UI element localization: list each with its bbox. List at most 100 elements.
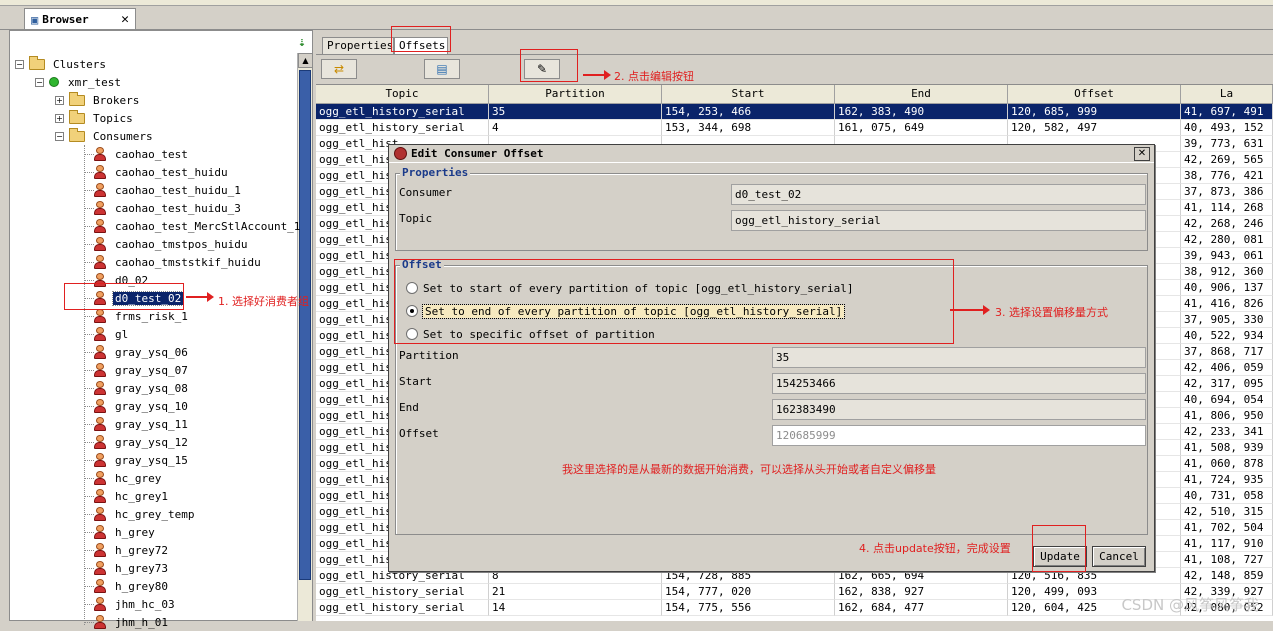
tree-label-consumer: caohao_test_huidu_3	[115, 201, 241, 215]
tree-guide-branch	[84, 460, 94, 461]
tree-node-consumer[interactable]: jhm_hc_03	[94, 595, 177, 613]
table-cell: 162, 383, 490	[835, 104, 1008, 120]
partition-field: 35	[772, 347, 1146, 368]
tree-label-consumer: gray_ysq_10	[115, 399, 188, 413]
tree-node-consumer[interactable]: gray_ysq_15	[94, 451, 190, 469]
scroll-thumb[interactable]	[299, 70, 311, 580]
table-cell: 42, 268, 246	[1181, 216, 1273, 232]
folder-icon	[69, 91, 85, 106]
column-header[interactable]: Offset	[1008, 85, 1181, 104]
export-button[interactable]: ▤	[424, 59, 460, 79]
tree-label-consumer: h_grey80	[115, 579, 168, 593]
tree-node-consumer[interactable]: caohao_test_huidu_3	[94, 199, 243, 217]
tree-node-consumer[interactable]: caohao_test_huidu	[94, 163, 230, 181]
tree-label-consumer: caohao_tmstpos_huidu	[115, 237, 248, 251]
table-cell: 35	[489, 104, 662, 120]
tree-guide-branch	[84, 280, 94, 281]
tree-label-consumers: Consumers	[93, 129, 153, 143]
refresh-offsets-button[interactable]: ⇄	[321, 59, 357, 79]
tree-node-consumer[interactable]: h_grey73	[94, 559, 170, 577]
window-top-strip	[0, 0, 1273, 6]
tree-guide-branch	[84, 316, 94, 317]
tree-node-consumer[interactable]: gray_ysq_08	[94, 379, 190, 397]
column-header[interactable]: Topic	[316, 85, 489, 104]
close-icon[interactable]: ✕	[121, 12, 129, 27]
properties-group-title: Properties	[400, 166, 471, 179]
table-cell: 37, 868, 717	[1181, 344, 1273, 360]
close-icon[interactable]: ✕	[1134, 147, 1150, 161]
expand-icon[interactable]: +	[55, 113, 64, 123]
tree-guide-branch	[84, 496, 94, 497]
expand-icon[interactable]: +	[55, 95, 64, 105]
tree-guide-branch	[84, 532, 94, 533]
tree-node-consumer[interactable]: caohao_tmststkif_huidu	[94, 253, 263, 271]
table-cell: 42, 269, 565	[1181, 152, 1273, 168]
tree-node-cluster[interactable]: − xmr_test	[35, 73, 123, 91]
tree-node-consumer[interactable]: gray_ysq_12	[94, 433, 190, 451]
offset-input[interactable]: 120685999	[772, 425, 1146, 446]
tree-node-consumer[interactable]: hc_grey_temp	[94, 505, 196, 523]
collapse-icon[interactable]: −	[55, 131, 64, 141]
table-cell: 39, 943, 061	[1181, 248, 1273, 264]
tree-guide-branch	[84, 388, 94, 389]
tree-node-consumer[interactable]: gray_ysq_10	[94, 397, 190, 415]
tree-node-consumer[interactable]: caohao_test_MercStlAccount_1	[94, 217, 302, 235]
consumer-icon	[94, 597, 106, 611]
browser-view-tab[interactable]: ▣ Browser ✕	[24, 8, 136, 30]
tree-label-topics: Topics	[93, 111, 133, 125]
table-cell: 37, 905, 330	[1181, 312, 1273, 328]
tree-node-consumer[interactable]: h_grey80	[94, 577, 170, 595]
tree-scrollbar[interactable]: ▲	[297, 53, 313, 621]
collapse-icon[interactable]: −	[15, 59, 24, 69]
table-cell: ogg_etl_history_serial	[316, 584, 489, 600]
collapse-icon[interactable]: −	[35, 77, 44, 87]
tree-node-consumer[interactable]: gray_ysq_07	[94, 361, 190, 379]
table-cell: 37, 873, 386	[1181, 184, 1273, 200]
tree-node-consumer[interactable]: h_grey	[94, 523, 157, 541]
tree-node-consumer[interactable]: caohao_test_huidu_1	[94, 181, 243, 199]
dialog-title-bar[interactable]: Edit Consumer Offset	[389, 145, 1154, 163]
tree-node-consumer[interactable]: gl	[94, 325, 130, 343]
consumer-icon	[94, 165, 106, 179]
tree-node-consumer[interactable]: jhm_h_01	[94, 613, 170, 631]
column-header[interactable]: Partition	[489, 85, 662, 104]
tree-node-consumer[interactable]: hc_grey	[94, 469, 163, 487]
column-header[interactable]: Start	[662, 85, 835, 104]
tree-node-consumer[interactable]: h_grey72	[94, 541, 170, 559]
column-header[interactable]: End	[835, 85, 1008, 104]
refresh-icon: ⇄	[333, 62, 345, 76]
tree-node-consumer[interactable]: gray_ysq_11	[94, 415, 190, 433]
table-cell: 162, 684, 477	[835, 600, 1008, 616]
tree-node-consumer[interactable]: hc_grey1	[94, 487, 170, 505]
refresh-icon[interactable]: ⇣	[298, 35, 306, 50]
tab-properties[interactable]: Properties	[322, 37, 394, 54]
tree-node-consumer[interactable]: gray_ysq_06	[94, 343, 190, 361]
tree-node-clusters[interactable]: − Clusters	[15, 55, 108, 73]
consumer-icon	[94, 525, 106, 539]
cancel-button[interactable]: Cancel	[1092, 546, 1146, 567]
tree-guide-branch	[84, 550, 94, 551]
tree-node-consumer[interactable]: caohao_test	[94, 145, 190, 163]
tree-guide-branch	[84, 352, 94, 353]
scroll-up-icon[interactable]: ▲	[298, 53, 313, 68]
tree-node-consumers[interactable]: − Consumers	[55, 127, 155, 145]
column-header[interactable]: La	[1181, 85, 1273, 104]
tree-node-consumer[interactable]: caohao_tmstpos_huidu	[94, 235, 249, 253]
properties-group: Properties Consumer d0_test_02 Topic ogg…	[395, 167, 1148, 251]
browser-icon: ▣	[31, 12, 39, 27]
annotation-step3: 3. 选择设置偏移量方式	[995, 306, 1108, 319]
tree-label-consumer: caohao_test	[115, 147, 188, 161]
tree-node-topics[interactable]: + Topics	[55, 109, 135, 127]
folder-icon	[69, 109, 85, 124]
tree-label-consumer: caohao_tmststkif_huidu	[115, 255, 261, 269]
consumer-icon	[94, 327, 106, 341]
annotation-box-update	[1032, 525, 1086, 572]
table-cell: 42, 317, 095	[1181, 376, 1273, 392]
table-row[interactable]: ogg_etl_history_serial 35 154, 253, 466 162…	[316, 104, 1273, 120]
tree-label-consumer: h_grey	[115, 525, 155, 539]
annotation-step2: 2. 点击编辑按钮	[614, 70, 694, 83]
tree-node-brokers[interactable]: + Brokers	[55, 91, 141, 109]
table-cell: 120, 685, 999	[1008, 104, 1181, 120]
table-row[interactable]: ogg_etl_history_serial 4 153, 344, 698 161,…	[316, 120, 1273, 136]
table-cell: 40, 522, 934	[1181, 328, 1273, 344]
